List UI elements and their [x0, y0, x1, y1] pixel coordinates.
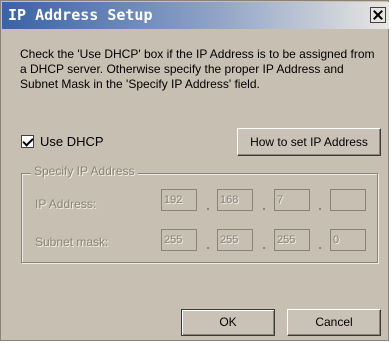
ip-octet-1-field: 192	[161, 189, 197, 211]
specify-ip-group-label: Specify IP Address	[31, 164, 138, 178]
mask-octet-1-field: 255	[161, 229, 197, 251]
dialog-window: IP Address Setup Check the 'Use DHCP' bo…	[0, 0, 389, 341]
description-text: Check the 'Use DHCP' box if the IP Addre…	[20, 47, 375, 91]
window-title: IP Address Setup	[8, 6, 153, 24]
ip-octet-4-field	[330, 189, 366, 211]
subnet-mask-label: Subnet mask:	[35, 235, 109, 249]
ip-separator-dot	[319, 208, 321, 210]
mask-octet-4-field: 0	[330, 229, 366, 251]
ip-separator-dot	[263, 208, 265, 210]
use-dhcp-checkbox-row[interactable]: Use DHCP	[21, 134, 104, 149]
ip-octet-3-field: 7	[274, 189, 310, 211]
mask-separator-dot	[207, 247, 209, 249]
mask-octet-2-field: 255	[217, 229, 253, 251]
title-bar[interactable]: IP Address Setup	[2, 2, 389, 29]
ip-address-label: IP Address:	[35, 197, 97, 211]
use-dhcp-checkbox[interactable]	[21, 135, 34, 148]
mask-separator-dot	[319, 247, 321, 249]
ip-octet-2-field: 168	[217, 189, 253, 211]
cancel-button[interactable]: Cancel	[287, 309, 381, 336]
mask-octet-3-field: 255	[274, 229, 310, 251]
how-to-set-ip-button[interactable]: How to set IP Address	[237, 128, 381, 156]
mask-separator-dot	[263, 247, 265, 249]
use-dhcp-label[interactable]: Use DHCP	[40, 134, 104, 149]
ok-button[interactable]: OK	[181, 309, 275, 336]
close-icon[interactable]	[370, 7, 386, 23]
ip-separator-dot	[207, 208, 209, 210]
specify-ip-groupbox	[21, 173, 378, 263]
